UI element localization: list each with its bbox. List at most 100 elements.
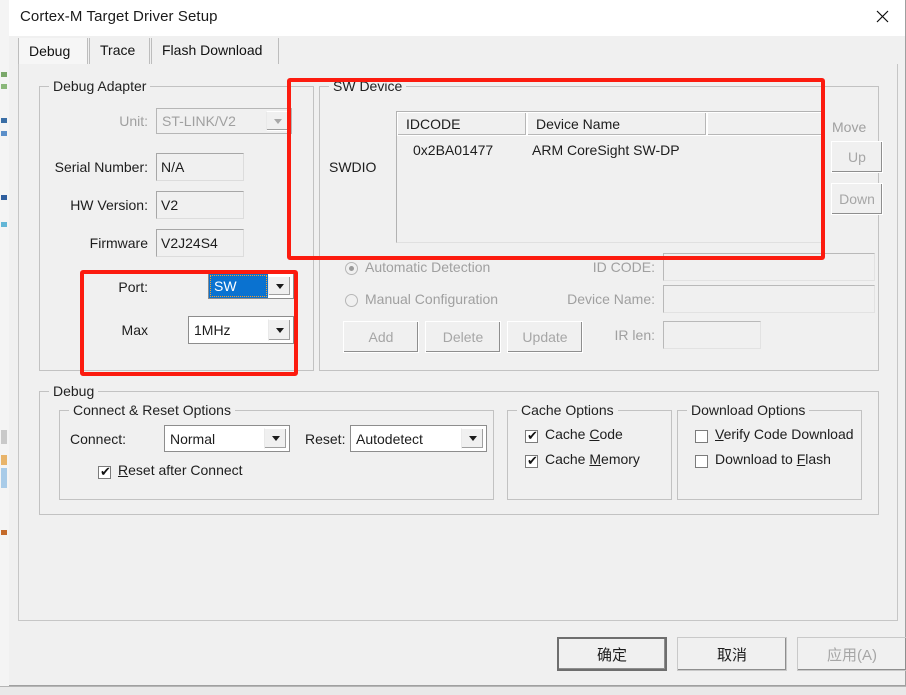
sw-device-group: SW Device SWDIO IDCODE Device Name 0x2BA… <box>319 78 883 371</box>
debug-group: Debug Connect & Reset Options Connect: N… <box>39 383 879 515</box>
target-driver-setup-dialog: Cortex-M Target Driver Setup Debug Trace… <box>9 0 906 686</box>
dialog-footer: 确定 取消 应用(A) <box>18 621 906 686</box>
max-combo[interactable]: 1MHz <box>188 316 294 344</box>
connect-reset-options-legend: Connect & Reset Options <box>69 402 235 418</box>
column-header-device-name[interactable]: Device Name <box>527 112 707 136</box>
port-combo[interactable]: SW <box>208 273 294 299</box>
download-to-flash-checkbox[interactable] <box>695 455 708 468</box>
unit-combo-value: ST-LINK/V2 <box>162 113 236 129</box>
manual-configuration-radio[interactable] <box>345 294 358 307</box>
connect-combo-value: Normal <box>170 430 216 447</box>
cache-code-checkbox[interactable]: ✔ <box>525 430 538 443</box>
debug-legend: Debug <box>49 383 99 399</box>
reset-combo[interactable]: Autodetect <box>350 425 487 452</box>
manual-configuration-label: Manual Configuration <box>365 291 499 307</box>
connect-reset-options-group: Connect & Reset Options Connect: Normal … <box>59 402 494 500</box>
debug-adapter-legend: Debug Adapter <box>49 78 151 94</box>
automatic-detection-label: Automatic Detection <box>365 259 491 275</box>
tab-flash-download[interactable]: Flash Download <box>151 38 279 64</box>
port-label: Port: <box>118 279 148 295</box>
unit-combo[interactable]: ST-LINK/V2 <box>156 108 292 134</box>
bg-fleck <box>1 84 7 89</box>
automatic-detection-radio[interactable] <box>345 262 358 275</box>
reset-after-connect-label: Reset after Connect <box>118 462 243 478</box>
bg-fleck <box>1 195 7 200</box>
firmware-label: Firmware <box>89 235 148 251</box>
column-header-blank[interactable] <box>707 112 825 136</box>
verify-code-download-checkbox[interactable] <box>695 430 708 443</box>
update-button[interactable]: Update <box>507 321 583 353</box>
chevron-down-icon[interactable] <box>268 276 291 296</box>
debug-tab-panel: Debug Adapter Unit: ST-LINK/V2 Serial Nu… <box>18 64 898 621</box>
download-options-legend: Download Options <box>687 402 810 418</box>
max-combo-value: 1MHz <box>194 322 231 338</box>
cell-device-name: ARM CoreSight SW-DP <box>532 142 680 158</box>
hw-version-field: V2 <box>156 191 244 219</box>
delete-label: Delete <box>442 329 484 345</box>
serial-number-field: N/A <box>156 153 244 181</box>
update-label: Update <box>522 329 568 345</box>
hw-version-label: HW Version: <box>70 197 148 213</box>
tab-debug-label: Debug <box>29 43 71 59</box>
delete-button[interactable]: Delete <box>425 321 501 353</box>
device-list[interactable]: IDCODE Device Name 0x2BA01477 ARM CoreSi… <box>396 111 825 243</box>
cache-memory-label: Cache Memory <box>545 451 640 467</box>
cancel-button[interactable]: 取消 <box>677 637 787 671</box>
connect-label: Connect: <box>70 431 127 447</box>
add-button[interactable]: Add <box>343 321 419 353</box>
id-code-field[interactable] <box>663 253 875 281</box>
verify-code-download-label: Verify Code Download <box>715 426 854 442</box>
bg-fleck <box>1 222 7 227</box>
ok-label: 确定 <box>596 646 627 664</box>
chevron-down-icon[interactable] <box>461 428 484 449</box>
unit-label: Unit: <box>119 113 148 129</box>
device-name-field[interactable] <box>663 285 875 313</box>
reset-after-connect-checkbox[interactable]: ✔ <box>98 466 111 479</box>
reset-label: Reset: <box>305 431 346 447</box>
add-label: Add <box>368 329 394 345</box>
reset-after-connect-label-rest: eset after Connect <box>128 462 243 478</box>
move-label: Move <box>832 119 867 135</box>
tab-bar: Debug Trace Flash Download <box>18 38 898 66</box>
tab-flash-download-label: Flash Download <box>162 42 263 58</box>
move-down-label: Down <box>839 191 875 207</box>
close-icon[interactable] <box>859 0 905 32</box>
max-label: Max <box>121 322 148 338</box>
move-up-label: Up <box>848 149 866 165</box>
tab-debug[interactable]: Debug <box>18 38 88 66</box>
bg-fleck <box>1 72 7 77</box>
cache-options-group: Cache Options ✔ Cache Code ✔ Cache Memor… <box>507 402 672 500</box>
ir-len-field[interactable] <box>663 321 761 349</box>
download-to-flash-label: Download to Flash <box>715 451 831 467</box>
apply-button[interactable]: 应用(A) <box>797 637 906 671</box>
serial-number-label: Serial Number: <box>54 159 148 175</box>
bg-fleck <box>1 118 7 123</box>
bg-fleck <box>1 468 7 488</box>
debug-adapter-group: Debug Adapter Unit: ST-LINK/V2 Serial Nu… <box>39 78 314 371</box>
column-header-idcode[interactable]: IDCODE <box>397 112 527 136</box>
tab-trace-label: Trace <box>100 42 136 58</box>
sw-device-legend: SW Device <box>329 78 407 94</box>
move-down-button[interactable]: Down <box>831 183 883 215</box>
chevron-down-icon[interactable] <box>268 319 291 341</box>
reset-combo-value: Autodetect <box>356 430 423 447</box>
dialog-titlebar: Cortex-M Target Driver Setup <box>9 0 905 36</box>
dialog-title: Cortex-M Target Driver Setup <box>20 8 218 25</box>
download-options-group: Download Options Verify Code Download Do… <box>677 402 862 500</box>
cell-idcode: 0x2BA01477 <box>413 142 494 158</box>
firmware-field: V2J24S4 <box>156 229 244 257</box>
move-up-button[interactable]: Up <box>831 141 883 173</box>
bg-fleck <box>1 530 7 535</box>
cache-memory-checkbox[interactable]: ✔ <box>525 455 538 468</box>
chevron-down-icon[interactable] <box>264 428 287 449</box>
swdio-label: SWDIO <box>329 159 377 175</box>
ok-button[interactable]: 确定 <box>557 637 667 671</box>
bg-fleck <box>1 455 7 465</box>
cache-code-label: Cache Code <box>545 426 623 442</box>
apply-label: 应用(A) <box>827 646 877 664</box>
tab-trace[interactable]: Trace <box>89 38 150 64</box>
chevron-down-icon[interactable] <box>266 111 289 131</box>
bg-fleck <box>1 430 7 444</box>
connect-combo[interactable]: Normal <box>164 425 290 452</box>
device-name-label: Device Name: <box>567 291 655 307</box>
